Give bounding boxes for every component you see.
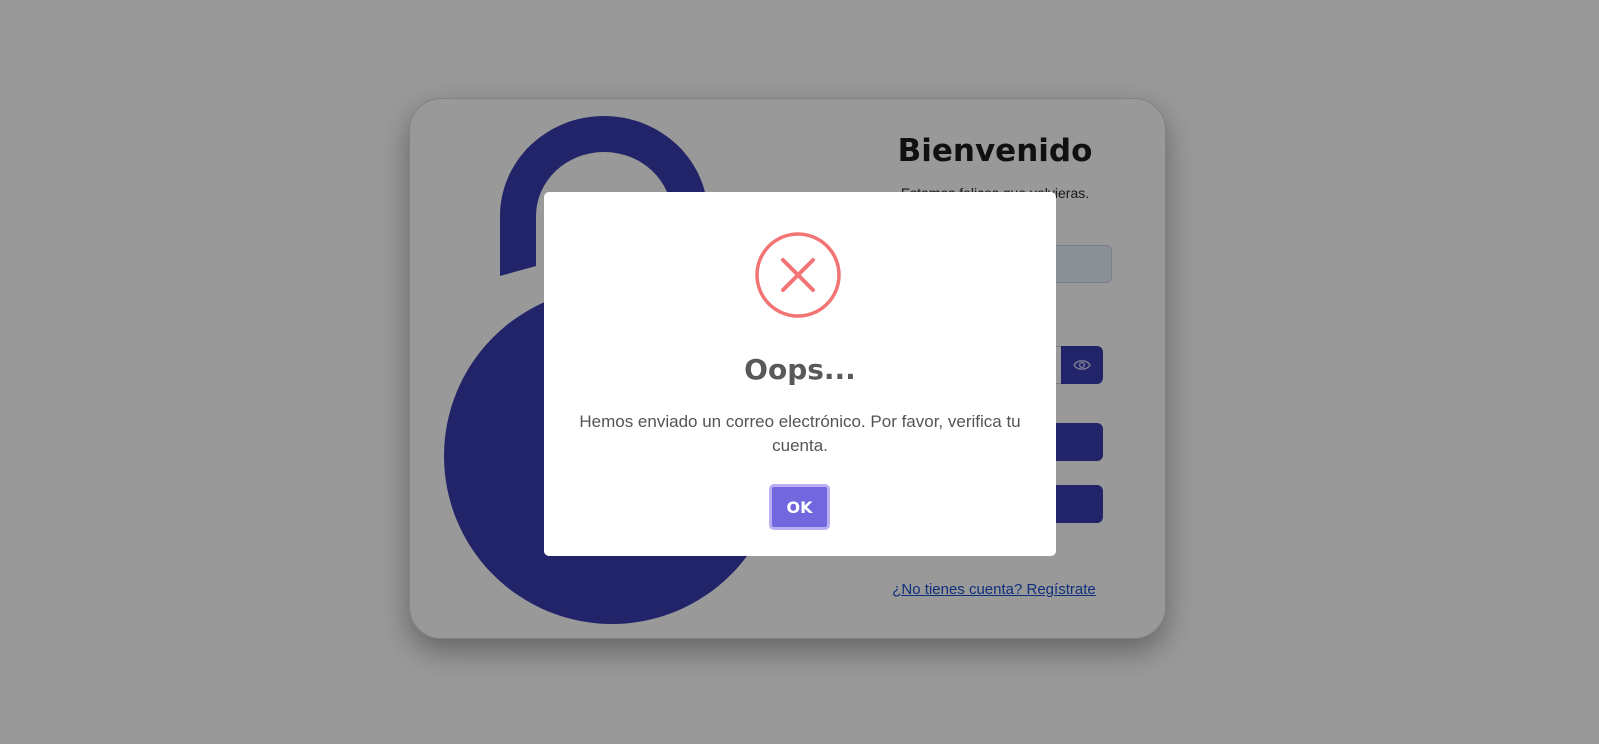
dialog-message: Hemos enviado un correo electrónico. Por… bbox=[579, 412, 1021, 455]
ok-button[interactable]: OK bbox=[769, 484, 830, 530]
dialog-title: Oops... bbox=[744, 353, 856, 386]
error-x-icon bbox=[755, 232, 841, 318]
modal-overlay[interactable]: Oops... Hemos enviado un correo electrón… bbox=[0, 0, 1599, 744]
error-dialog: Oops... Hemos enviado un correo electrón… bbox=[544, 192, 1056, 556]
